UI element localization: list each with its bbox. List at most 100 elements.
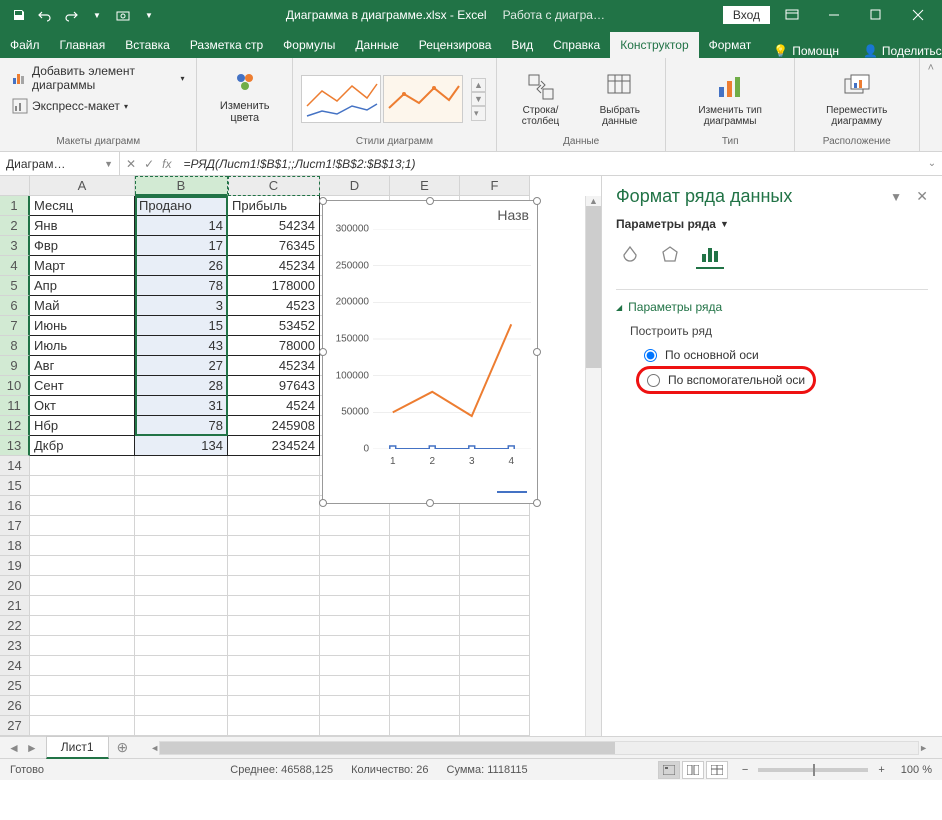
cell[interactable]: 45234 [228,256,320,276]
resize-handle[interactable] [319,499,327,507]
row-header[interactable]: 14 [0,456,30,476]
cell[interactable] [460,536,530,556]
row-header[interactable]: 2 [0,216,30,236]
save-icon[interactable] [8,4,30,26]
cell[interactable]: Янв [30,216,135,236]
cell[interactable] [228,476,320,496]
page-break-view-icon[interactable] [706,761,728,779]
new-sheet-button[interactable]: ⊕ [109,739,137,756]
cell[interactable] [460,636,530,656]
cell[interactable] [460,716,530,736]
cell[interactable]: 45234 [228,356,320,376]
worksheet[interactable]: ABCDEF1МесяцПроданоПрибыль2Янв14542343Фв… [0,176,602,736]
series-options-header[interactable]: Параметры ряда [616,300,928,314]
cell[interactable] [228,596,320,616]
row-header[interactable]: 6 [0,296,30,316]
cell[interactable] [390,576,460,596]
cell[interactable] [135,536,228,556]
cell[interactable]: 245908 [228,416,320,436]
cell[interactable] [30,636,135,656]
cell[interactable] [30,676,135,696]
cell[interactable] [320,656,390,676]
switch-row-column-button[interactable]: Строка/столбец [505,67,576,131]
tab-chart-design[interactable]: Конструктор [610,32,698,58]
change-chart-type-button[interactable]: Изменить тип диаграммы [674,67,785,131]
cell[interactable] [228,636,320,656]
primary-axis-radio-input[interactable] [644,349,657,362]
cell[interactable] [390,636,460,656]
cell[interactable]: Июнь [30,316,135,336]
row-header[interactable]: 9 [0,356,30,376]
cell[interactable]: Месяц [30,196,135,216]
cell[interactable] [228,576,320,596]
cell[interactable] [460,596,530,616]
resize-handle[interactable] [319,197,327,205]
row-header[interactable]: 19 [0,556,30,576]
cell[interactable]: Нбр [30,416,135,436]
legend-series-line[interactable] [497,491,527,493]
column-header[interactable]: A [30,176,135,196]
tab-chart-format[interactable]: Формат [699,32,762,58]
cell[interactable] [30,576,135,596]
add-chart-element-button[interactable]: Добавить элемент диаграммы▾ [8,62,188,94]
column-header[interactable]: B [135,176,228,196]
secondary-axis-radio[interactable]: По вспомогательной оси [647,371,805,389]
tab-home[interactable]: Главная [50,32,116,58]
cell[interactable] [390,696,460,716]
row-header[interactable]: 15 [0,476,30,496]
row-header[interactable]: 20 [0,576,30,596]
chart-style-1[interactable] [301,75,381,123]
quick-layout-button[interactable]: Экспресс-макет▾ [8,96,132,116]
cell[interactable] [320,696,390,716]
cell[interactable] [30,496,135,516]
close-icon[interactable] [898,0,938,30]
row-header[interactable]: 18 [0,536,30,556]
redo-icon[interactable] [60,4,82,26]
row-header[interactable]: 3 [0,236,30,256]
cancel-formula-icon[interactable]: ✕ [126,157,136,171]
cell[interactable] [30,516,135,536]
effects-icon[interactable] [656,241,684,269]
cell[interactable] [228,556,320,576]
cell[interactable] [135,636,228,656]
cell[interactable] [460,556,530,576]
cell[interactable] [30,696,135,716]
cell[interactable]: 27 [135,356,228,376]
row-header[interactable]: 4 [0,256,30,276]
cell[interactable] [460,676,530,696]
cell[interactable] [460,516,530,536]
row-header[interactable]: 16 [0,496,30,516]
page-layout-view-icon[interactable] [682,761,704,779]
cell[interactable]: Авг [30,356,135,376]
pane-task-options-icon[interactable]: ▼ [890,190,902,204]
series-options-icon[interactable] [696,241,724,269]
maximize-icon[interactable] [856,0,896,30]
cell[interactable] [390,556,460,576]
horizontal-scrollbar[interactable]: ◄ ► [136,741,942,755]
cell[interactable]: Дкбр [30,436,135,456]
share-button[interactable]: 👤 Поделиться [851,44,942,58]
cell[interactable] [320,636,390,656]
cell[interactable] [228,616,320,636]
embedded-chart[interactable]: Назв 30000025000020000015000010000050000… [322,200,538,504]
cell[interactable] [228,536,320,556]
cell[interactable]: 4523 [228,296,320,316]
row-header[interactable]: 1 [0,196,30,216]
gallery-down-icon[interactable]: ▼ [471,92,486,106]
cell[interactable] [320,616,390,636]
cell[interactable] [135,496,228,516]
resize-handle[interactable] [319,348,327,356]
zoom-slider[interactable] [758,768,868,772]
cell[interactable]: 54234 [228,216,320,236]
ribbon-display-options-icon[interactable] [772,0,812,30]
column-header[interactable]: E [390,176,460,196]
tab-scroll-left-icon[interactable]: ◄ [8,741,20,755]
cell[interactable] [460,616,530,636]
cell[interactable] [135,656,228,676]
cell[interactable] [390,716,460,736]
cell[interactable] [320,536,390,556]
cell[interactable] [460,656,530,676]
cell[interactable]: 53452 [228,316,320,336]
cell[interactable]: 78 [135,416,228,436]
qat-dropdown-icon[interactable]: ▼ [86,4,108,26]
